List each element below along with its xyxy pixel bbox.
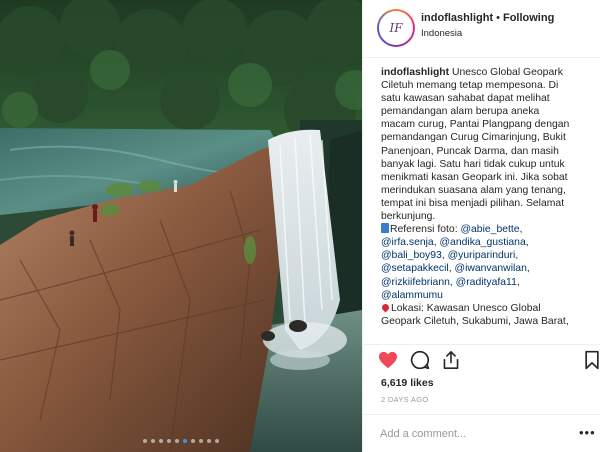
mention-link[interactable]: @andika_gustiana bbox=[440, 237, 526, 248]
waterfall-photo-image bbox=[0, 0, 362, 452]
caption-line: menikmati kasan Geopark ini. Jika sobat bbox=[381, 171, 568, 183]
carousel-dot bbox=[159, 439, 163, 443]
caption-line: pemandangan alam berupa aneka bbox=[381, 106, 540, 118]
post-timestamp[interactable]: 2 DAYS AGO bbox=[381, 395, 428, 404]
mention-link[interactable]: @alammumu bbox=[381, 290, 443, 301]
caption-line: berkunjung. bbox=[381, 211, 436, 223]
heart-filled-icon bbox=[379, 351, 397, 369]
post-detail-panel: IF indoflashlight • Following Indonesia in… bbox=[362, 0, 600, 452]
mention-link[interactable]: @setapakkecil bbox=[381, 263, 449, 274]
location-label: Lokasi: Kawasan Unesco Global bbox=[391, 302, 541, 314]
carousel-dot bbox=[151, 439, 155, 443]
carousel-dot bbox=[207, 439, 211, 443]
caption-line: Panenjoan, Puncak Darma, dan masih bbox=[381, 145, 559, 157]
post-photo[interactable] bbox=[0, 0, 362, 452]
action-bar bbox=[363, 344, 600, 372]
credit-label: Referensi foto: bbox=[390, 224, 461, 236]
carousel-dot bbox=[167, 439, 171, 443]
bookmark-icon bbox=[585, 350, 599, 370]
mention-link[interactable]: @irfa.senja bbox=[381, 237, 434, 248]
caption-line: pemandangan Curug Cimarinjung, Bukit bbox=[381, 132, 566, 144]
location-line: Geopark Ciletuh, Sukabumi, Jawa Barat, bbox=[381, 315, 569, 327]
caption-line: Ciletuh memang tetap mempesona. Di bbox=[381, 80, 559, 92]
share-arrow-icon bbox=[443, 351, 459, 369]
speech-bubble-icon bbox=[410, 350, 430, 370]
avatar[interactable]: IF bbox=[377, 9, 415, 47]
more-options-button[interactable]: ••• bbox=[579, 425, 596, 440]
caption-line: banyak lagi. Satu hari tidak cukup untuk bbox=[381, 158, 565, 170]
following-button[interactable]: Following bbox=[503, 12, 554, 24]
mention-link[interactable]: @bali_boy93 bbox=[381, 250, 442, 261]
caption-line: Unesco Global Geopark bbox=[449, 67, 563, 78]
username-link[interactable]: indoflashlight bbox=[421, 12, 493, 24]
carousel-dot bbox=[191, 439, 195, 443]
caption-line: tempat ini bisa menjadi pilihan. Selamat bbox=[381, 197, 565, 209]
comment-bar: ••• bbox=[363, 414, 600, 452]
caption-username-link[interactable]: indoflashlight bbox=[381, 67, 449, 78]
post-caption: indoflashlight Unesco Global Geopark Cil… bbox=[381, 66, 595, 340]
mention-link[interactable]: @radityafa11 bbox=[456, 277, 517, 288]
carousel-dot bbox=[215, 439, 219, 443]
pushpin-emoji-icon bbox=[381, 302, 391, 313]
carousel-dot bbox=[199, 439, 203, 443]
mention-link[interactable]: @yuriparinduri bbox=[448, 250, 516, 261]
separator-dot: • bbox=[496, 12, 500, 24]
user-line: indoflashlight • Following bbox=[421, 12, 554, 24]
caption-line: satu kawasan sahabat dapat melihat bbox=[381, 93, 550, 105]
share-button[interactable] bbox=[440, 349, 462, 371]
carousel-dot bbox=[143, 439, 147, 443]
post-header: IF indoflashlight • Following Indonesia bbox=[363, 0, 600, 58]
mention-link[interactable]: @rizkiifebriann bbox=[381, 277, 450, 288]
like-button[interactable] bbox=[377, 349, 399, 371]
avatar-inner: IF bbox=[379, 11, 413, 45]
caption-line: merindukan suasana alam yang tenang, bbox=[381, 184, 566, 196]
comment-input[interactable] bbox=[380, 426, 560, 442]
mobile-phone-emoji-icon bbox=[381, 223, 389, 234]
location-link[interactable]: Indonesia bbox=[421, 28, 462, 39]
mention-link[interactable]: @abie_bette bbox=[460, 224, 519, 235]
carousel-dot bbox=[175, 439, 179, 443]
caption-line: macam curug, Pantai Plangpang dengan bbox=[381, 119, 570, 131]
carousel-dots bbox=[0, 439, 362, 443]
mention-link[interactable]: @iwanvanwilan bbox=[455, 263, 527, 274]
comment-button[interactable] bbox=[409, 349, 431, 371]
carousel-dot-active bbox=[183, 439, 187, 443]
avatar-logo-text: IF bbox=[389, 21, 403, 35]
save-button[interactable] bbox=[581, 349, 600, 371]
likes-count[interactable]: 6,619 likes bbox=[381, 377, 434, 389]
